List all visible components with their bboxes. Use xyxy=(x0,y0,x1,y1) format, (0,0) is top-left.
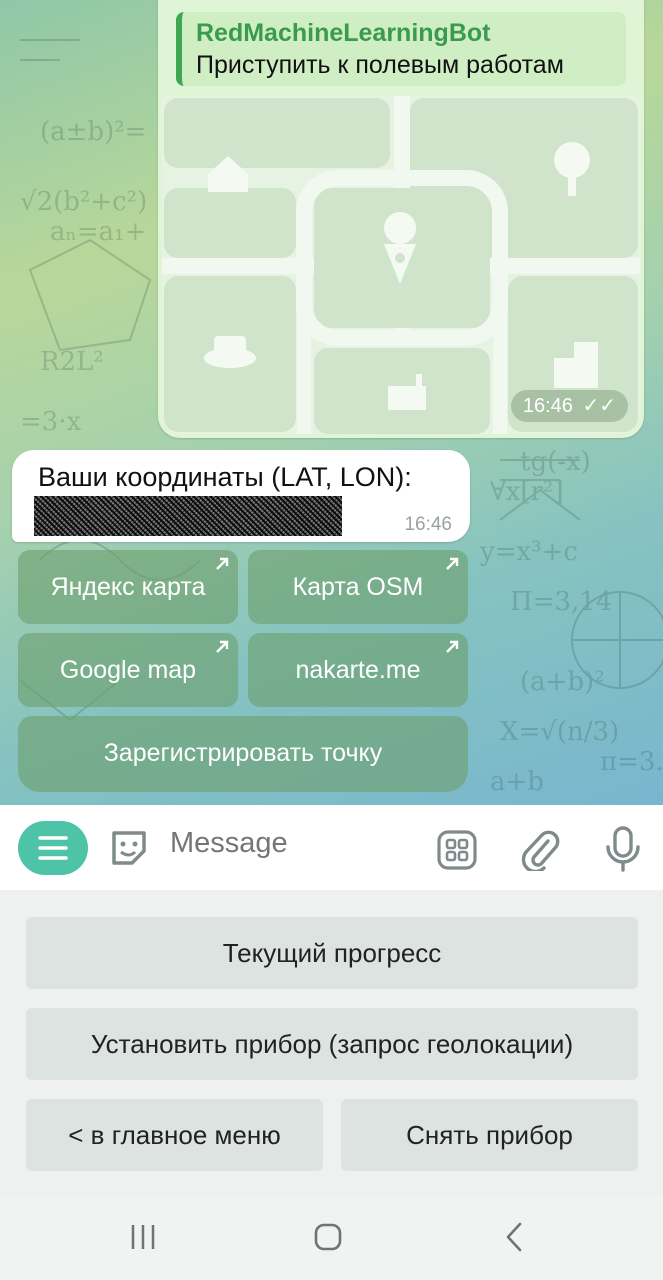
svg-text:π=3.14: π=3.14 xyxy=(600,747,663,777)
svg-text:(a±b)²=: (a±b)²= xyxy=(40,117,146,147)
reply-author: RedMachineLearningBot xyxy=(196,19,491,47)
bot-commands-icon[interactable] xyxy=(436,829,478,871)
reply-keyboard: Текущий прогресс Установить прибор (запр… xyxy=(0,890,663,1196)
main-menu-button[interactable]: < в главное меню xyxy=(26,1099,323,1171)
register-point-label: Зарегистрировать точку xyxy=(103,739,383,767)
system-navigation-bar xyxy=(0,1196,663,1280)
svg-text:y=x³+c: y=x³+c xyxy=(479,537,578,567)
svg-text:X=√(n/3): X=√(n/3) xyxy=(500,717,619,747)
register-point-button[interactable]: Зарегистрировать точку xyxy=(18,716,468,792)
osm-map-label: Карта OSM xyxy=(292,573,424,601)
reply-text: Приступить к полевым работам xyxy=(196,51,564,79)
reply-quote[interactable]: RedMachineLearningBot Приступить к полев… xyxy=(176,12,626,86)
message-input-bar xyxy=(0,805,663,890)
svg-text:(a+b)²: (a+b)² xyxy=(520,667,605,697)
external-link-icon xyxy=(216,557,229,570)
osm-map-button[interactable]: Карта OSM xyxy=(248,550,468,624)
back-icon[interactable] xyxy=(500,1221,530,1253)
google-map-label: Google map xyxy=(59,656,197,684)
message-time: 16:46 xyxy=(404,514,452,535)
message-time: 16:46 ✓✓ xyxy=(510,390,628,422)
google-map-button[interactable]: Google map xyxy=(18,633,238,707)
location-message-bubble[interactable]: RedMachineLearningBot Приступить к полев… xyxy=(158,0,644,438)
yandex-map-button[interactable]: Яндекс карта xyxy=(18,550,238,624)
svg-text:tg(-x): tg(-x) xyxy=(520,447,591,477)
yandex-map-label: Яндекс карта xyxy=(50,573,206,601)
coordinates-text: Ваши координаты (LAT, LON): xyxy=(38,462,412,492)
sticker-icon[interactable] xyxy=(106,825,152,871)
bot-menu-button[interactable] xyxy=(18,821,88,875)
current-progress-button[interactable]: Текущий прогресс xyxy=(26,917,638,989)
chat-background: (a±b)²= √2(b²+c²) aₙ=a₁+ R2L² =3·x tg(-x… xyxy=(0,0,663,805)
coordinates-message-bubble[interactable]: Ваши координаты (LAT, LON): 16:46 xyxy=(12,450,470,542)
nakarte-button[interactable]: nakarte.me xyxy=(248,633,468,707)
svg-text:∀x[r²]: ∀x[r²] xyxy=(490,477,564,507)
svg-text:√2(b²+c²): √2(b²+c²) xyxy=(20,187,147,217)
remove-device-button[interactable]: Снять прибор xyxy=(341,1099,638,1171)
svg-text:=3·x: =3·x xyxy=(20,407,82,437)
map-graphic xyxy=(162,96,640,434)
redacted-coordinates xyxy=(34,496,342,536)
attach-icon[interactable] xyxy=(518,827,562,871)
double-check-icon: ✓✓ xyxy=(582,395,616,417)
home-icon[interactable] xyxy=(312,1221,344,1253)
external-link-icon xyxy=(446,640,459,653)
nakarte-label: nakarte.me xyxy=(295,656,421,684)
svg-text:Π=3,14: Π=3,14 xyxy=(510,587,612,617)
microphone-icon[interactable] xyxy=(602,825,644,873)
location-map-preview[interactable]: 16:46 ✓✓ xyxy=(162,96,640,434)
message-input[interactable] xyxy=(170,827,410,860)
recent-apps-icon[interactable] xyxy=(128,1222,158,1252)
message-time-text: 16:46 xyxy=(522,395,573,417)
svg-text:a+b: a+b xyxy=(490,767,544,797)
external-link-icon xyxy=(446,557,459,570)
install-device-button[interactable]: Установить прибор (запрос геолокации) xyxy=(26,1008,638,1080)
external-link-icon xyxy=(216,640,229,653)
svg-text:R2L²: R2L² xyxy=(40,347,104,377)
menu-icon xyxy=(38,836,68,860)
svg-text:aₙ=a₁+: aₙ=a₁+ xyxy=(50,217,146,247)
